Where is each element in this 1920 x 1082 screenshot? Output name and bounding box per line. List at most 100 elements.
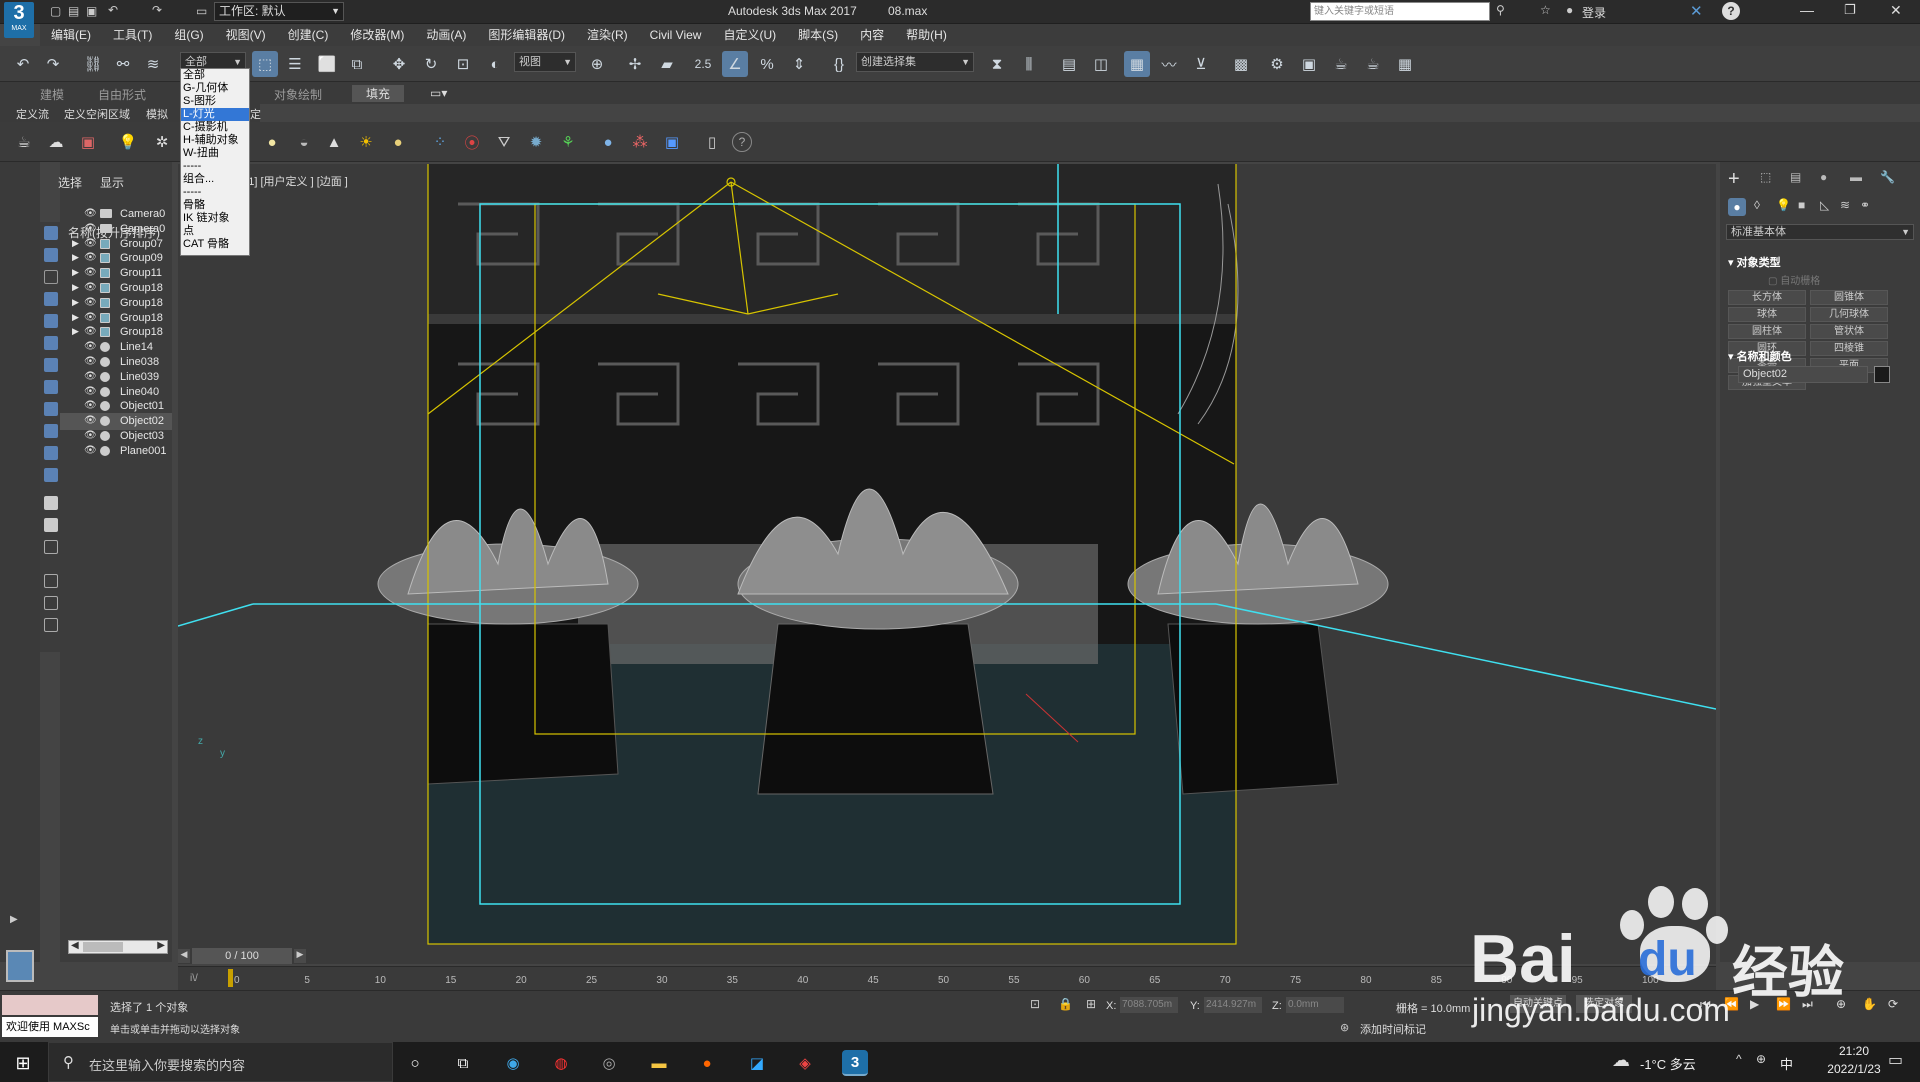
visibility-eye-icon[interactable]: 👁	[84, 238, 97, 249]
menu-item-3[interactable]: 视图(V)	[215, 24, 277, 46]
hierarchy-tab-icon[interactable]: ▤	[1790, 170, 1801, 184]
filter-option[interactable]: 骨骼	[181, 199, 249, 212]
unlink-icon[interactable]: ⚯	[110, 51, 136, 77]
mirror-icon[interactable]: ⧗	[984, 51, 1010, 77]
grass-icon[interactable]: ⚘	[556, 130, 580, 154]
motion-tab-icon[interactable]: ●	[1820, 170, 1827, 184]
clock-date[interactable]: 2022/1/23	[1814, 1062, 1894, 1076]
camera-filter-icon[interactable]	[44, 292, 58, 306]
expand-arrow-icon[interactable]: ▶	[72, 267, 79, 278]
primitive-button[interactable]: 圆柱体	[1728, 324, 1806, 339]
viewport-scene[interactable]: z y	[178, 164, 1716, 948]
clock-time[interactable]: 21:20	[1814, 1044, 1894, 1058]
scale-icon[interactable]: ⊡	[450, 51, 476, 77]
primitive-button[interactable]: 几何球体	[1810, 307, 1888, 322]
scroll-thumb[interactable]	[83, 942, 123, 952]
star-icon[interactable]: ☆	[1540, 3, 1551, 17]
rect-selection-icon[interactable]: ⬜	[314, 51, 340, 77]
placement-icon[interactable]: ◐	[482, 51, 508, 77]
close-x-icon[interactable]: ✕	[1690, 2, 1703, 20]
filter-option[interactable]: 组合...	[181, 173, 249, 186]
modify-tab-icon[interactable]: ⬚	[1760, 170, 1771, 184]
find-icon[interactable]	[44, 574, 58, 588]
scene-explorer-icon[interactable]: ▤	[1056, 51, 1082, 77]
app-icon-6[interactable]: ◪	[744, 1050, 770, 1076]
new-file-icon[interactable]: ▢	[50, 4, 61, 18]
percent-snap-icon[interactable]: %	[754, 51, 780, 77]
shape-filter-icon[interactable]	[44, 248, 58, 262]
maxscript-label[interactable]: 欢迎使用 MAXSc	[2, 1017, 98, 1037]
login-link[interactable]: 登录	[1582, 4, 1606, 21]
expand-arrow-icon[interactable]: ▶	[72, 252, 79, 263]
render-region-icon[interactable]: ▣	[660, 130, 684, 154]
ribbon-tab-freeform[interactable]: 自由形式	[98, 86, 146, 103]
expand-arrow-icon[interactable]: ▶	[72, 297, 79, 308]
menu-item-0[interactable]: 编辑(E)	[40, 24, 102, 46]
display-tab-icon[interactable]: ▬	[1850, 170, 1862, 184]
expand-arrow-icon[interactable]: ▶	[72, 326, 79, 337]
minimize-icon[interactable]: —	[1800, 2, 1814, 18]
time-next-icon[interactable]: ▶	[294, 949, 306, 963]
edge-icon[interactable]: ◉	[500, 1050, 526, 1076]
display-none-icon[interactable]	[44, 518, 58, 532]
y-coord-field[interactable]: 2414.927m	[1204, 997, 1262, 1013]
weather-cloud-icon[interactable]: ☁	[1612, 1050, 1630, 1071]
app-icon-2[interactable]: ◍	[548, 1050, 574, 1076]
hidden-filter-icon[interactable]	[44, 468, 58, 482]
helper-filter-icon[interactable]	[44, 314, 58, 328]
menu-item-9[interactable]: Civil View	[639, 24, 713, 46]
help-button[interactable]: ?	[1722, 2, 1740, 20]
viewport[interactable]: z y	[178, 164, 1716, 948]
invert-display-icon[interactable]	[44, 540, 58, 554]
menu-item-6[interactable]: 动画(A)	[415, 24, 477, 46]
visibility-eye-icon[interactable]: 👁	[84, 445, 97, 456]
expand-arrow-icon[interactable]: ▶	[72, 312, 79, 323]
menu-item-1[interactable]: 工具(T)	[102, 24, 163, 46]
time-prev-icon[interactable]: ◀	[178, 949, 190, 963]
bone-filter-icon[interactable]	[44, 402, 58, 416]
taskbar-search[interactable]: ⚲ 在这里输入你要搜索的内容	[48, 1042, 393, 1082]
undo-icon[interactable]: ↶	[10, 51, 36, 77]
spacewarp-filter-icon[interactable]	[44, 336, 58, 350]
filter-funnel-icon[interactable]	[44, 596, 58, 610]
systems-subtab-icon[interactable]: ⚭	[1860, 198, 1870, 212]
visibility-eye-icon[interactable]: 👁	[84, 297, 97, 308]
cloud-icon[interactable]: ☁	[44, 130, 68, 154]
expand-arrow-icon[interactable]: ▶	[10, 914, 18, 925]
visibility-eye-icon[interactable]: 👁	[84, 208, 97, 219]
render-grid-icon[interactable]: ▦	[1392, 51, 1418, 77]
ribbon-define-idle[interactable]: 定义空闲区域	[64, 106, 130, 122]
geometry-subtab-icon[interactable]: ●	[1728, 198, 1746, 216]
primitive-button[interactable]: 长方体	[1728, 290, 1806, 305]
scene-tab-select[interactable]: 选择	[58, 174, 82, 191]
spacewarps-subtab-icon[interactable]: ≋	[1840, 198, 1850, 212]
3dsmax-taskbar-icon[interactable]: 3	[842, 1050, 868, 1076]
filter-option[interactable]: S-图形	[181, 95, 249, 108]
add-time-tag[interactable]: 添加时间标记	[1360, 1021, 1426, 1037]
visibility-eye-icon[interactable]: 👁	[84, 326, 97, 337]
scroll-right-icon[interactable]: ▶	[157, 940, 165, 951]
filter-option[interactable]: L-灯光	[181, 108, 249, 121]
task-view-icon[interactable]: ⧉	[450, 1050, 476, 1076]
workspace-select[interactable]: 工作区: 默认 ▼	[214, 2, 344, 21]
z-coord-field[interactable]: 0.0mm	[1286, 997, 1344, 1013]
app-icon-3[interactable]: ◎	[596, 1050, 622, 1076]
network-icon[interactable]: ⊕	[1756, 1052, 1766, 1066]
primitive-button[interactable]: 四棱锥	[1810, 341, 1888, 356]
menu-item-12[interactable]: 内容	[849, 24, 895, 46]
user-icon[interactable]: ●	[1566, 3, 1573, 17]
layers-icon[interactable]	[44, 618, 58, 632]
window-close-icon[interactable]: ✕	[1890, 2, 1902, 19]
category-select[interactable]: 标准基本体 ▼	[1726, 224, 1914, 240]
menu-item-13[interactable]: 帮助(H)	[895, 24, 958, 46]
absolute-mode-icon[interactable]: ⊞	[1086, 997, 1096, 1011]
visibility-eye-icon[interactable]: 👁	[84, 386, 97, 397]
ribbon-toggle-icon[interactable]: ▦	[1124, 51, 1150, 77]
filter-option[interactable]: G-几何体	[181, 82, 249, 95]
visibility-eye-icon[interactable]: 👁	[84, 371, 97, 382]
lock-icon[interactable]: 🔒	[1058, 997, 1073, 1011]
layer-explorer-icon[interactable]: ◫	[1088, 51, 1114, 77]
ribbon-define-flow[interactable]: 定义流	[16, 106, 49, 122]
open-file-icon[interactable]: ▤	[68, 4, 79, 18]
menu-item-5[interactable]: 修改器(M)	[339, 24, 415, 46]
